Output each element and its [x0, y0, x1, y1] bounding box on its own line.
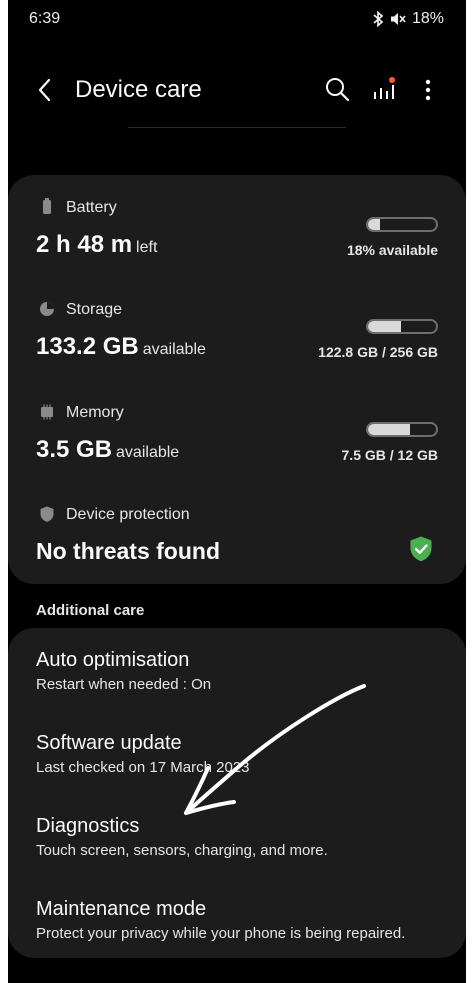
battery-bar-text: 18% available	[346, 242, 438, 258]
additional-care-card: Auto optimisation Restart when needed : …	[8, 628, 466, 958]
back-arrow-icon[interactable]	[34, 76, 58, 104]
protection-value: No threats found	[36, 538, 220, 564]
status-bar: 6:39 18%	[8, 0, 466, 40]
storage-value: 133.2 GB	[36, 333, 139, 360]
battery-suffix: left	[136, 239, 158, 256]
status-battery: 18%	[411, 10, 444, 27]
status-time: 6:39	[29, 10, 61, 27]
shield-icon	[40, 506, 54, 522]
memory-bar-fill	[368, 424, 411, 435]
battery-icon	[43, 198, 51, 214]
battery-value: 2 h 48 m	[36, 231, 133, 258]
storage-bar-fill	[368, 321, 401, 332]
battery-bar-fill	[368, 219, 381, 230]
storage-icon	[40, 302, 54, 316]
storage-label: Storage	[66, 301, 123, 318]
battery-label: Battery	[66, 199, 117, 216]
memory-suffix: available	[116, 444, 180, 461]
auto-optimisation-item[interactable]: Auto optimisation Restart when needed : …	[36, 649, 446, 693]
software-update-item[interactable]: Software update Last checked on 17 March…	[36, 732, 446, 776]
storage-bar-text: 122.8 GB / 256 GB	[318, 344, 438, 360]
care-item-subtitle: Protect your privacy while your phone is…	[36, 925, 406, 942]
mute-icon	[390, 13, 406, 25]
memory-icon	[41, 404, 53, 420]
stats-icon[interactable]	[372, 75, 396, 103]
care-item-subtitle: Last checked on 17 March 2023	[36, 759, 250, 776]
battery-value-line: 2 h 48 m left	[36, 231, 157, 259]
care-item-subtitle: Touch screen, sensors, charging, and mor…	[36, 842, 328, 859]
header-divider	[128, 127, 346, 128]
maintenance-mode-item[interactable]: Maintenance mode Protect your privacy wh…	[36, 898, 446, 942]
shield-check-icon	[410, 536, 432, 562]
additional-care-heading: Additional care	[36, 602, 145, 619]
status-icons: 18%	[372, 10, 444, 28]
storage-suffix: available	[142, 341, 206, 358]
memory-bar	[366, 422, 438, 437]
page-title: Device care	[75, 76, 202, 103]
memory-label: Memory	[66, 404, 124, 421]
bluetooth-icon	[373, 11, 384, 27]
care-item-subtitle: Restart when needed : On	[36, 676, 212, 693]
phone-screen: 6:39 18% Device care Battery 2 h 48 m le…	[8, 0, 466, 983]
care-item-title: Diagnostics	[36, 815, 140, 837]
memory-bar-text: 7.5 GB / 12 GB	[341, 447, 438, 463]
app-bar: Device care	[8, 66, 466, 116]
storage-bar	[366, 319, 438, 334]
status-card: Battery 2 h 48 m left 18% available Stora…	[8, 175, 466, 584]
storage-value-line: 133.2 GB available	[36, 333, 206, 361]
protection-label: Device protection	[66, 506, 190, 523]
diagnostics-item[interactable]: Diagnostics Touch screen, sensors, charg…	[36, 815, 446, 859]
care-item-title: Auto optimisation	[36, 649, 190, 671]
battery-bar	[366, 217, 438, 232]
memory-value-line: 3.5 GB available	[36, 436, 179, 464]
more-vertical-icon[interactable]	[418, 76, 438, 104]
care-item-title: Software update	[36, 732, 182, 754]
care-item-title: Maintenance mode	[36, 898, 207, 920]
search-icon[interactable]	[324, 76, 350, 102]
memory-value: 3.5 GB	[36, 436, 113, 463]
